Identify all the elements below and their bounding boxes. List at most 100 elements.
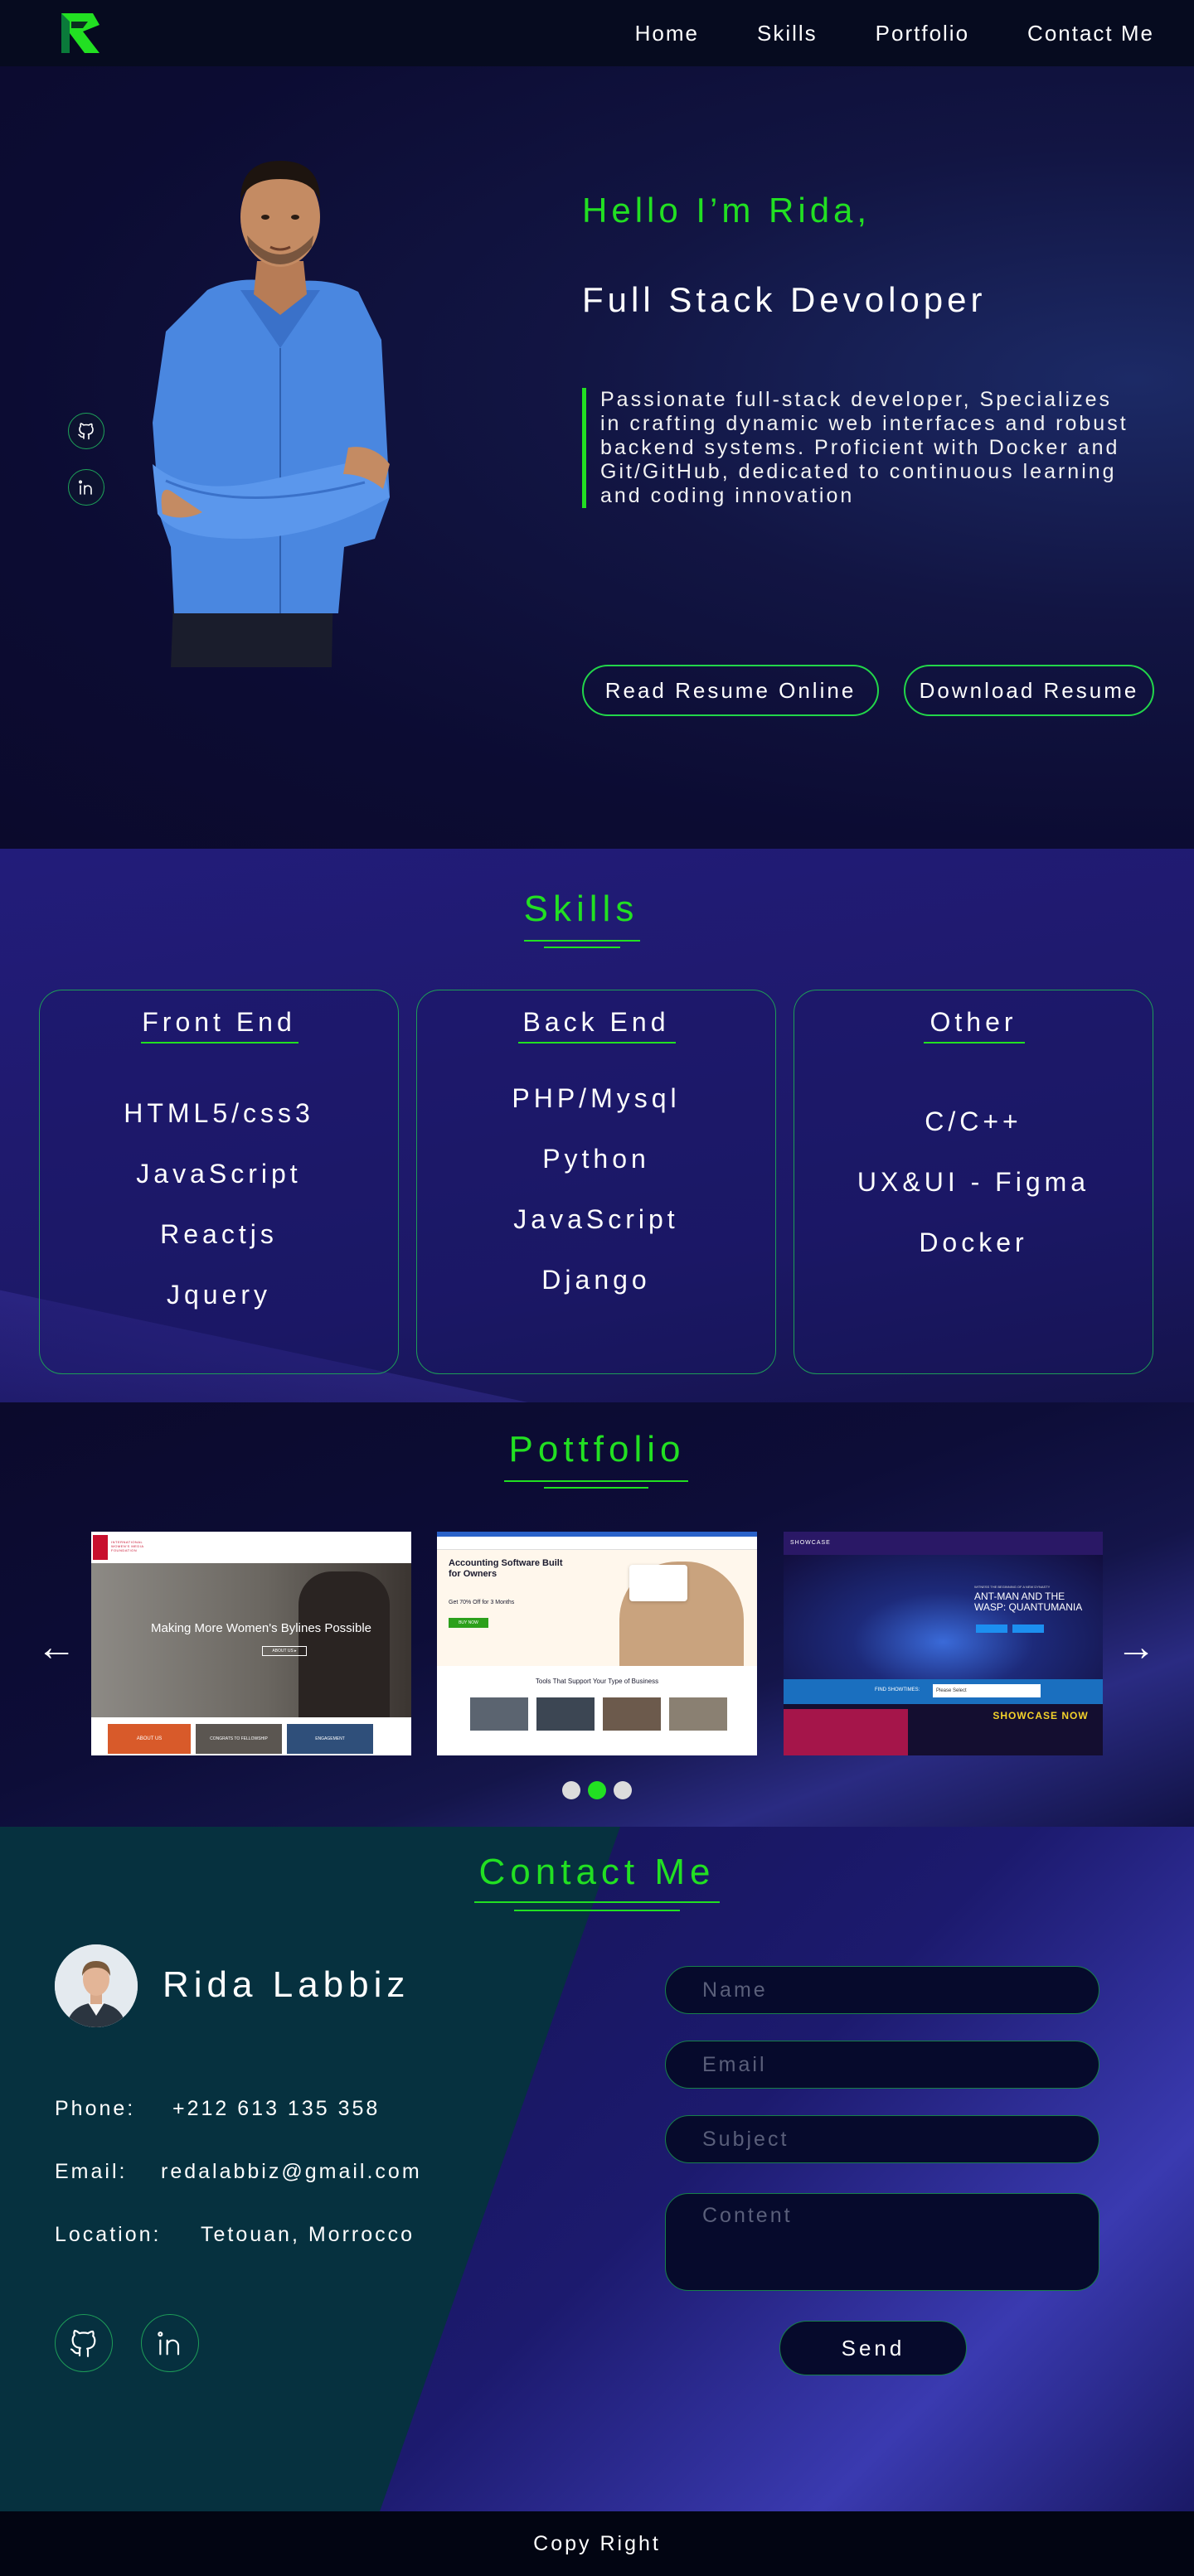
contact-name: Rida Labbiz: [163, 1964, 410, 2005]
skill-card-front-end: Front End HTML5/css3 JavaScript Reactjs …: [39, 990, 399, 1374]
slide-headline: ANT-MAN AND THE WASP: QUANTUMANIA: [974, 1591, 1083, 1613]
hero-linkedin-link[interactable]: [68, 469, 104, 506]
slide-headline: Making More Women's Bylines Possible: [151, 1621, 372, 1635]
slide-banner: SHOWCASE NOW: [993, 1710, 1089, 1721]
carousel-prev-arrow-icon[interactable]: ←: [36, 1625, 76, 1670]
skill-card-title: Front End: [142, 1007, 296, 1037]
contact-title-underline-2: [514, 1910, 680, 1911]
site-brand: INTERNATIONAL WOMEN'S MEDIA FOUNDATION: [111, 1540, 144, 1552]
carousel-dot-3[interactable]: [614, 1781, 632, 1799]
skills-title-underline: [524, 940, 640, 942]
email-label: Email:: [55, 2160, 128, 2183]
skills-title: Skills: [523, 889, 639, 929]
contact-section: Contact Me Rida Labbiz Phone: +212 613 13…: [0, 1827, 1194, 2511]
profile-portrait: [153, 161, 390, 667]
phone-value[interactable]: +212 613 135 358: [172, 2097, 380, 2120]
hero-greeting: Hello I’m Rida,: [582, 191, 871, 230]
slide-thumb: [470, 1697, 528, 1731]
hero-description: Passionate full-stack developer, Special…: [582, 388, 1129, 508]
phone-label: Phone:: [55, 2097, 136, 2120]
site-logo-icon: [93, 1535, 108, 1560]
slide-subheadline: Get 70% Off for 3 Months: [449, 1600, 515, 1605]
nav-links: Home Skills Portfolio Contact Me: [577, 0, 1154, 66]
slide-nav: [437, 1537, 757, 1550]
skill-card-title: Back End: [522, 1007, 670, 1037]
slide-button: [976, 1625, 1007, 1633]
skill-item: Python: [542, 1144, 650, 1174]
slide-button: [1012, 1625, 1044, 1633]
location-value: Tetouan, Morrocco: [201, 2223, 415, 2246]
skills-title-underline-2: [544, 947, 620, 948]
carousel-dot-1[interactable]: [562, 1781, 580, 1799]
portfolio-slide-2[interactable]: Accounting Software Built for Owners Get…: [437, 1532, 757, 1755]
content-textarea[interactable]: [665, 2193, 1099, 2291]
email-input[interactable]: [665, 2041, 1099, 2089]
skill-item: Docker: [919, 1227, 1028, 1257]
slide-header: [784, 1532, 1103, 1555]
name-input[interactable]: [665, 1966, 1099, 2014]
contact-email-row: Email: redalabbiz@gmail.com: [55, 2160, 422, 2184]
woman-figure: [298, 1571, 390, 1717]
read-resume-button[interactable]: Read Resume Online: [582, 665, 879, 716]
skill-card-underline: [141, 1042, 298, 1043]
contact-github-link[interactable]: [55, 2314, 113, 2372]
contact-phone-row: Phone: +212 613 135 358: [55, 2097, 380, 2121]
skill-item: JavaScript: [513, 1204, 679, 1234]
hero-github-link[interactable]: [68, 413, 104, 449]
skill-card-underline: [518, 1042, 676, 1043]
footer: Copy Right: [0, 2511, 1194, 2576]
skill-card-title: Other: [929, 1007, 1017, 1037]
slide-tile: ABOUT US: [108, 1724, 191, 1754]
slide-thumb: [603, 1697, 661, 1731]
carousel-next-arrow-icon[interactable]: →: [1116, 1625, 1156, 1670]
portfolio-section: Pottfolio ← → INTERNATIONAL WOMEN'S MEDI…: [0, 1402, 1194, 1827]
linkedin-icon: [78, 480, 92, 495]
skill-item: UX&UI - Figma: [857, 1167, 1090, 1197]
send-button[interactable]: Send: [779, 2321, 967, 2375]
slide-thumb: [536, 1697, 595, 1731]
slide-find-label: FIND SHOWTIMES:: [875, 1687, 920, 1692]
portfolio-title-underline: [504, 1480, 688, 1482]
portfolio-slide-1[interactable]: INTERNATIONAL WOMEN'S MEDIA FOUNDATION M…: [91, 1532, 411, 1755]
hero-section: Hello I’m Rida, Full Stack Devoloper Pas…: [0, 66, 1194, 849]
portfolio-title: Pottfolio: [508, 1429, 686, 1470]
skill-item: HTML5/css3: [124, 1098, 314, 1128]
slide-section-title: Tools That Support Your Type of Business: [535, 1678, 659, 1685]
slide-headline: Accounting Software Built for Owners: [449, 1558, 563, 1579]
subject-input[interactable]: [665, 2115, 1099, 2163]
contact-title: Contact Me: [478, 1852, 716, 1892]
slide-cta: BUY NOW: [449, 1618, 488, 1628]
avatar-image: [55, 1944, 138, 2027]
nav-link-skills[interactable]: Skills: [757, 21, 818, 46]
contact-title-underline: [474, 1901, 720, 1903]
skill-item: C/C++: [925, 1106, 1022, 1136]
brand-logo-icon[interactable]: [60, 12, 101, 55]
slide-thumb: [669, 1697, 727, 1731]
carousel-dot-2[interactable]: [588, 1781, 606, 1799]
nav-link-contact[interactable]: Contact Me: [1027, 21, 1154, 46]
slide-tag: ABOUT US ▸: [262, 1646, 307, 1656]
hero-role: Full Stack Devoloper: [582, 280, 987, 319]
location-label: Location:: [55, 2223, 162, 2246]
contact-linkedin-link[interactable]: [141, 2314, 199, 2372]
nav-link-portfolio[interactable]: Portfolio: [876, 21, 969, 46]
portfolio-title-underline-2: [544, 1487, 648, 1489]
slide-tile: ENGAGEMENT: [287, 1724, 373, 1754]
slide-card: [629, 1565, 687, 1601]
portfolio-slide-3[interactable]: SHOWCASE WITNESS THE BEGINNING OF A NEW …: [784, 1532, 1103, 1755]
copyright-text: Copy Right: [533, 2531, 661, 2555]
contact-location-row: Location: Tetouan, Morrocco: [55, 2223, 415, 2247]
skill-item: PHP/Mysql: [512, 1083, 681, 1113]
github-icon: [78, 423, 94, 440]
nav-link-home[interactable]: Home: [635, 21, 699, 46]
slide-tile: CONGRATS TO FELLOWSHIP: [196, 1724, 282, 1754]
github-icon: [70, 2330, 96, 2357]
download-resume-button[interactable]: Download Resume: [904, 665, 1154, 716]
slide-brand: SHOWCASE: [790, 1540, 831, 1546]
skill-item: JavaScript: [136, 1159, 302, 1189]
email-value[interactable]: redalabbiz@gmail.com: [161, 2160, 422, 2183]
top-nav: Home Skills Portfolio Contact Me: [0, 0, 1194, 66]
skill-card-back-end: Back End PHP/Mysql Python JavaScript Dja…: [416, 990, 776, 1374]
slide-hero-image: [784, 1555, 1103, 1679]
skill-item: Reactjs: [160, 1219, 278, 1249]
